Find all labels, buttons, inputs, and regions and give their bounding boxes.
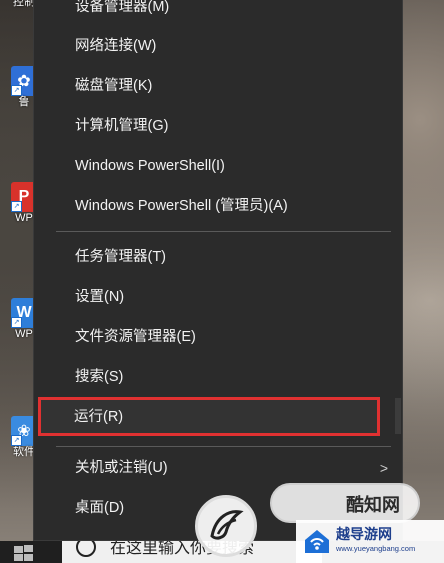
menu-item-disk-management[interactable]: 磁盘管理(K) (34, 66, 402, 106)
watermark-logo-circle (195, 495, 257, 557)
menu-separator (56, 446, 391, 447)
watermark-brand: 越导游网 www.yueyangbang.com (296, 520, 444, 563)
watermark-brand-name: 越导游网 (336, 526, 392, 542)
menu-item-label: 关机或注销(U) (75, 460, 168, 476)
windows-start-icon[interactable] (14, 545, 34, 563)
menu-item-powershell-admin[interactable]: Windows PowerShell (管理员)(A) (34, 186, 402, 226)
cortana-circle-icon (76, 541, 96, 557)
shortcut-arrow-icon: ↗ (11, 201, 22, 212)
shortcut-arrow-icon: ↗ (11, 435, 22, 446)
shortcut-arrow-icon: ↗ (11, 317, 22, 328)
menu-item-powershell[interactable]: Windows PowerShell(I) (34, 146, 402, 186)
house-logo-icon (305, 530, 329, 553)
menu-item-shutdown-signout[interactable]: 关机或注销(U) > (34, 448, 402, 488)
taskbar-search-box[interactable]: 在这里输入你要搜索 (62, 541, 322, 563)
menu-item-file-explorer[interactable]: 文件资源管理器(E) (34, 317, 402, 357)
menu-item-device-manager[interactable]: 设备管理器(M) (34, 0, 402, 27)
flame-logo-icon (210, 510, 244, 540)
menu-item-search[interactable]: 搜索(S) (34, 357, 402, 397)
menu-item-task-manager[interactable]: 任务管理器(T) (34, 237, 402, 277)
winx-context-menu: 设备管理器(M) 网络连接(W) 磁盘管理(K) 计算机管理(G) Window… (33, 0, 403, 541)
shortcut-arrow-icon: ↗ (11, 85, 22, 96)
watermark-badge: 酷知网 (270, 483, 420, 523)
menu-item-computer-management[interactable]: 计算机管理(G) (34, 106, 402, 146)
menu-item-settings[interactable]: 设置(N) (34, 277, 402, 317)
watermark-brand-url: www.yueyangbang.com (336, 544, 416, 553)
menu-item-run[interactable]: 运行(R) (33, 397, 401, 437)
menu-separator (56, 231, 391, 232)
chevron-right-icon: > (379, 460, 388, 476)
menu-item-network-connections[interactable]: 网络连接(W) (34, 26, 402, 66)
